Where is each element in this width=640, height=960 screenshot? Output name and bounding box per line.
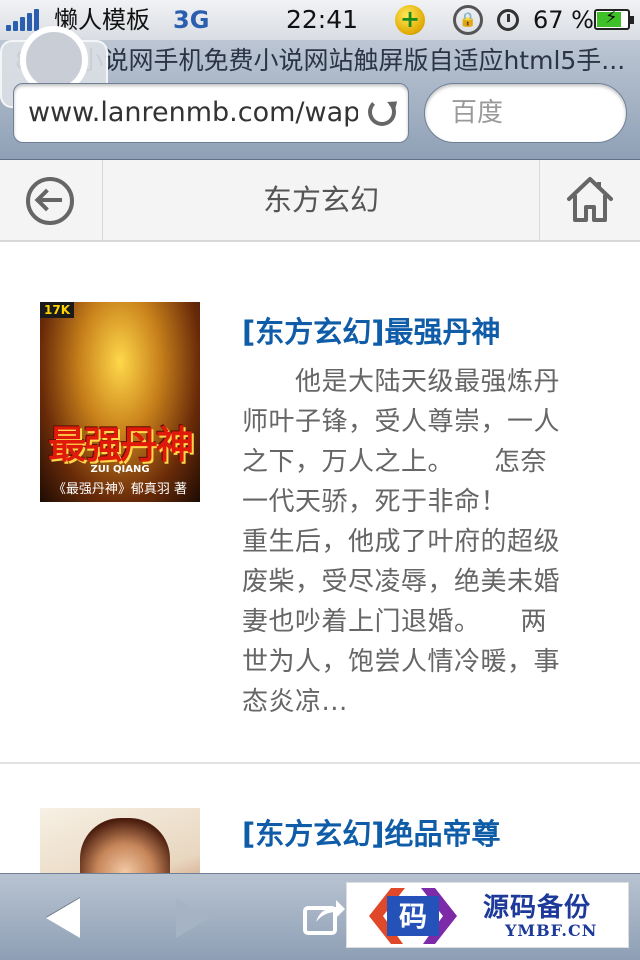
cover-title: 最强丹神 [47, 422, 194, 467]
cover-pinyin: ZUI QIANG [90, 464, 150, 475]
description-line: 他是大陆天级最强炼丹 [242, 367, 561, 397]
network-type: 3G [173, 6, 210, 34]
watermark-logo: 码 [369, 888, 457, 944]
status-bar: 懒人模板 3G 22:41 + 🔒 67 % ⚡ [0, 0, 640, 40]
url-text: www.lanrenmb.com/wap [28, 97, 358, 128]
book-title-link[interactable]: [东方玄幻]最强丹神 [242, 312, 501, 352]
list-item[interactable]: 17K 最强丹神 ZUI QIANG 《最强丹神》郁真羽 著 [东方玄幻]最强丹… [0, 242, 640, 764]
watermark-title: 源码备份 [483, 893, 592, 923]
alarm-icon [497, 9, 519, 31]
back-button[interactable] [0, 160, 103, 240]
battery-percent: 67 % [533, 6, 594, 34]
category-title: 东方玄幻 [262, 183, 379, 217]
watermark-url: YMBF.CN [505, 921, 598, 940]
triangle-left-icon[interactable] [46, 898, 80, 938]
browser-header: 8684小说网手机免费小说网站触屏版自适应html5手... www.lanre… [0, 26, 640, 160]
book-description: 他是大陆天级最强炼丹 师叶子锋，受人尊崇，一人 之下，万人之上。 怎奈 一代天骄… [242, 362, 582, 722]
site-navbar: 东方玄幻 [0, 160, 640, 242]
book-cover[interactable]: 17K 最强丹神 ZUI QIANG 《最强丹神》郁真羽 著 [40, 302, 200, 502]
home-button[interactable] [539, 160, 640, 240]
book-title-link[interactable]: [东方玄幻]绝品帝尊 [242, 814, 501, 854]
rotation-lock-icon: 🔒 [453, 5, 483, 35]
triangle-right-icon[interactable] [176, 898, 210, 938]
description-line: 态炎凉... [242, 687, 348, 717]
search-input[interactable]: 百度 [424, 83, 627, 143]
address-bar[interactable]: www.lanrenmb.com/wap [13, 83, 409, 143]
description-line: 师叶子锋，受人尊崇，一人 [242, 407, 561, 437]
watermark: 码 源码备份 YMBF.CN [346, 882, 629, 948]
watermark-logo-glyph: 码 [399, 900, 427, 933]
clock: 22:41 [286, 5, 359, 34]
description-line: 之下，万人之上。 怎奈 [242, 447, 548, 477]
reload-icon[interactable] [368, 98, 396, 126]
cover-badge: 17K [40, 302, 74, 318]
description-line: 世为人，饱尝人情冷暖，事 [242, 647, 561, 677]
description-line: 废柴，受尽凌辱，绝美未婚 [242, 567, 561, 597]
battery-icon: ⚡ [594, 7, 634, 30]
share-icon[interactable] [302, 896, 346, 936]
cover-author: 《最强丹神》郁真羽 著 [52, 482, 188, 497]
description-line: 一代天骄，死于非命！ [242, 487, 508, 517]
app-notification-icon: + [395, 5, 425, 35]
home-icon [567, 177, 613, 222]
back-circle-icon [26, 177, 74, 225]
description-line: 妻也吵着上门退婚。 两 [242, 607, 548, 637]
description-line: 重生后，他成了叶府的超级 [242, 527, 561, 557]
